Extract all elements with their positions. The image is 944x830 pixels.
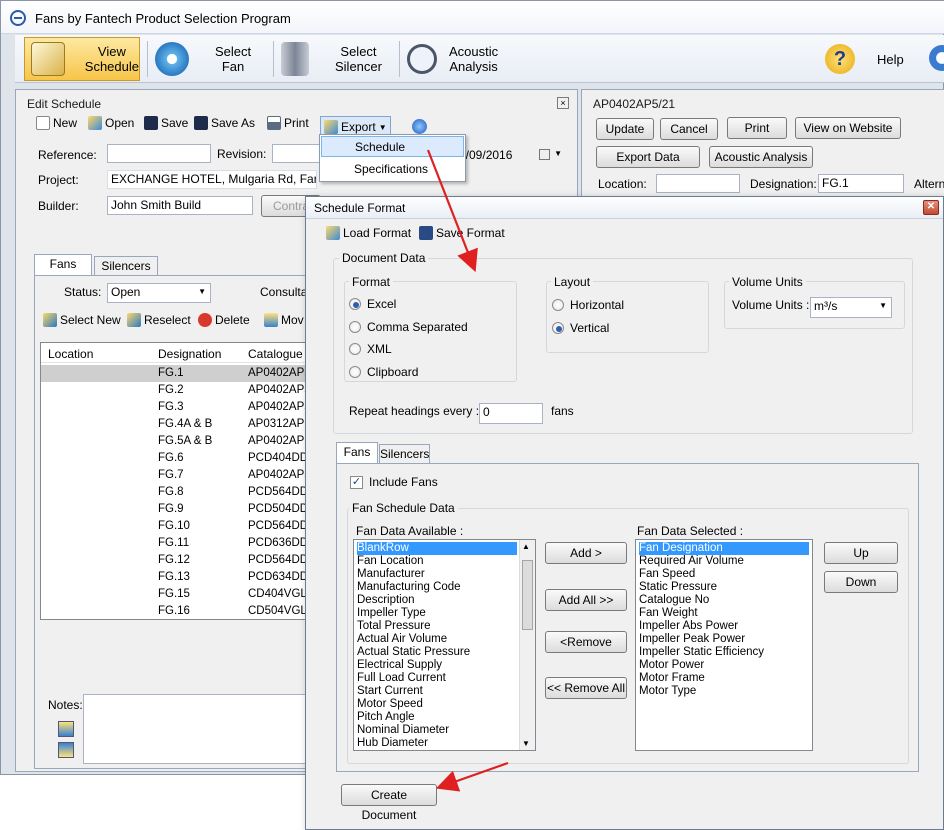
annotation-arrow-2: [435, 761, 509, 792]
annotation-arrows: [426, 149, 509, 792]
annotation-arrow-1: [426, 149, 478, 273]
